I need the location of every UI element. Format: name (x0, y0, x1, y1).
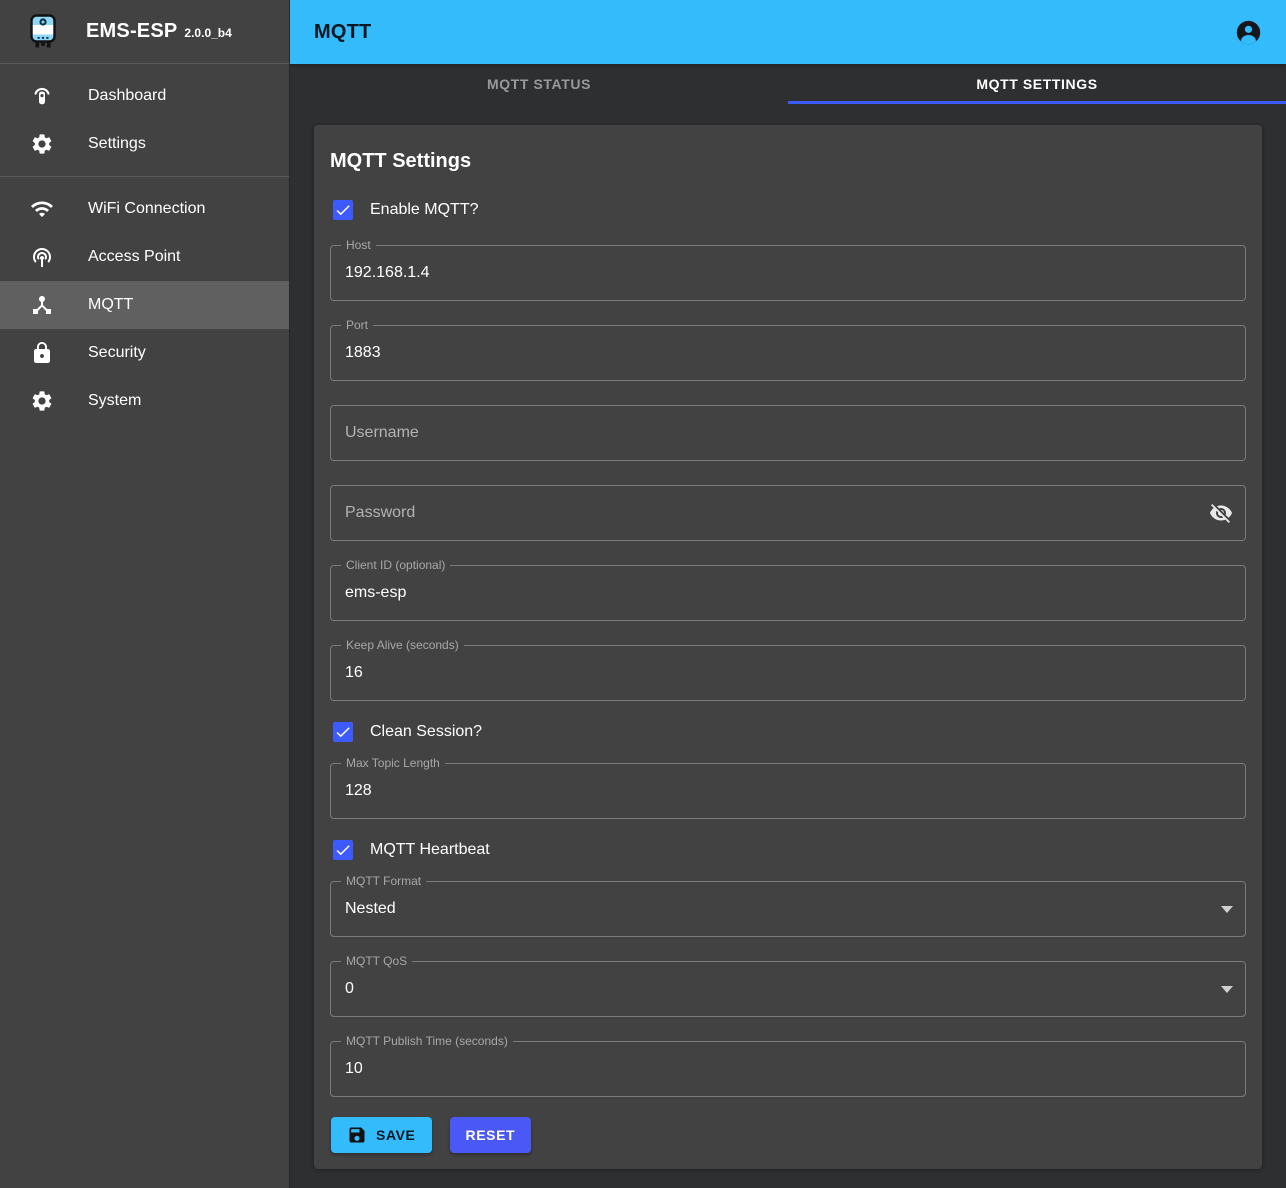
sidebar-item-security[interactable]: Security (0, 329, 289, 377)
sidebar-item-label: System (88, 392, 141, 410)
sidebar-item-label: Dashboard (88, 87, 166, 105)
wifi-tethering-icon (30, 245, 54, 269)
field-label: Client ID (optional) (341, 558, 450, 572)
gear-icon (30, 389, 54, 413)
clean-session-checkbox-row[interactable]: Clean Session? (330, 711, 1246, 753)
ems-esp-logo-icon (30, 14, 56, 50)
sidebar-header: EMS-ESP 2.0.0_b4 (0, 0, 289, 64)
checkbox-checked-icon[interactable] (333, 840, 353, 860)
card-title: MQTT Settings (330, 147, 1246, 175)
sidebar: EMS-ESP 2.0.0_b4 Dashboard Settings (0, 0, 290, 1188)
account-button[interactable] (1228, 12, 1268, 52)
sidebar-item-wifi-connection[interactable]: WiFi Connection (0, 185, 289, 233)
dropdown-caret-icon (1221, 906, 1233, 913)
sidebar-item-label: MQTT (88, 296, 133, 314)
save-button-label: SAVE (376, 1127, 416, 1143)
field-label: Port (341, 318, 373, 332)
client-id-input[interactable] (331, 566, 1245, 620)
gear-icon (30, 132, 54, 156)
app-title: EMS-ESP (86, 20, 177, 43)
field-label: MQTT Format (341, 874, 426, 888)
select-value: 0 (331, 980, 354, 998)
reset-button[interactable]: RESET (450, 1117, 532, 1153)
mqtt-publish-time-input[interactable] (331, 1042, 1245, 1096)
sidebar-item-settings[interactable]: Settings (0, 120, 289, 168)
password-input[interactable] (331, 486, 1245, 540)
mqtt-settings-card: MQTT Settings Enable MQTT? Host Port (314, 125, 1262, 1169)
checkbox-label: Enable MQTT? (370, 201, 478, 219)
max-topic-length-field[interactable]: Max Topic Length (330, 763, 1246, 819)
username-input[interactable] (331, 406, 1245, 460)
tab-bar: MQTT STATUS MQTT SETTINGS (290, 64, 1286, 104)
field-label: Keep Alive (seconds) (341, 638, 464, 652)
mqtt-format-select[interactable]: MQTT Format Nested (330, 881, 1246, 937)
client-id-field[interactable]: Client ID (optional) (330, 565, 1246, 621)
checkbox-checked-icon[interactable] (333, 722, 353, 742)
mqtt-qos-select[interactable]: MQTT QoS 0 (330, 961, 1246, 1017)
reset-button-label: RESET (466, 1127, 516, 1143)
host-field[interactable]: Host (330, 245, 1246, 301)
sidebar-item-label: Security (88, 344, 146, 362)
field-label: Max Topic Length (341, 756, 445, 770)
field-label: Host (341, 238, 376, 252)
main-area: MQTT MQTT STATUS MQTT SETTINGS MQTT Sett… (290, 0, 1286, 1188)
port-input[interactable] (331, 326, 1245, 380)
device-hub-icon (30, 293, 54, 317)
sidebar-item-dashboard[interactable]: Dashboard (0, 72, 289, 120)
sidebar-item-access-point[interactable]: Access Point (0, 233, 289, 281)
keep-alive-field[interactable]: Keep Alive (seconds) (330, 645, 1246, 701)
tab-mqtt-status[interactable]: MQTT STATUS (290, 64, 788, 104)
dropdown-caret-icon (1221, 986, 1233, 993)
page-title: MQTT (314, 21, 371, 44)
form-actions: SAVE RESET (330, 1117, 1246, 1153)
sidebar-nav: Dashboard Settings WiFi Connection Acces… (0, 64, 289, 425)
app-version: 2.0.0_b4 (184, 26, 231, 40)
checkbox-checked-icon[interactable] (333, 200, 353, 220)
tab-mqtt-settings[interactable]: MQTT SETTINGS (788, 64, 1286, 104)
field-label: MQTT Publish Time (seconds) (341, 1034, 513, 1048)
content-area: MQTT Settings Enable MQTT? Host Port (290, 104, 1286, 1188)
sidebar-divider (0, 176, 289, 177)
save-button[interactable]: SAVE (331, 1117, 432, 1153)
username-field[interactable] (330, 405, 1246, 461)
appbar: MQTT (290, 0, 1286, 64)
keep-alive-input[interactable] (331, 646, 1245, 700)
select-value: Nested (331, 900, 396, 918)
password-field[interactable] (330, 485, 1246, 541)
sidebar-item-mqtt[interactable]: MQTT (0, 281, 289, 329)
host-input[interactable] (331, 246, 1245, 300)
mqtt-publish-time-field[interactable]: MQTT Publish Time (seconds) (330, 1041, 1246, 1097)
mqtt-heartbeat-checkbox-row[interactable]: MQTT Heartbeat (330, 829, 1246, 871)
active-tab-indicator (788, 101, 1286, 104)
wifi-icon (30, 197, 54, 221)
sidebar-item-label: Access Point (88, 248, 180, 266)
boiler-icon (30, 84, 54, 108)
visibility-off-icon[interactable] (1209, 501, 1233, 525)
lock-icon (30, 341, 54, 365)
sidebar-item-label: Settings (88, 135, 146, 153)
sidebar-item-system[interactable]: System (0, 377, 289, 425)
enable-mqtt-checkbox-row[interactable]: Enable MQTT? (330, 189, 1246, 231)
checkbox-label: MQTT Heartbeat (370, 841, 490, 859)
sidebar-item-label: WiFi Connection (88, 200, 205, 218)
max-topic-length-input[interactable] (331, 764, 1245, 818)
port-field[interactable]: Port (330, 325, 1246, 381)
account-circle-icon (1235, 19, 1262, 46)
field-label: MQTT QoS (341, 954, 412, 968)
checkbox-label: Clean Session? (370, 723, 482, 741)
save-icon (347, 1125, 367, 1145)
